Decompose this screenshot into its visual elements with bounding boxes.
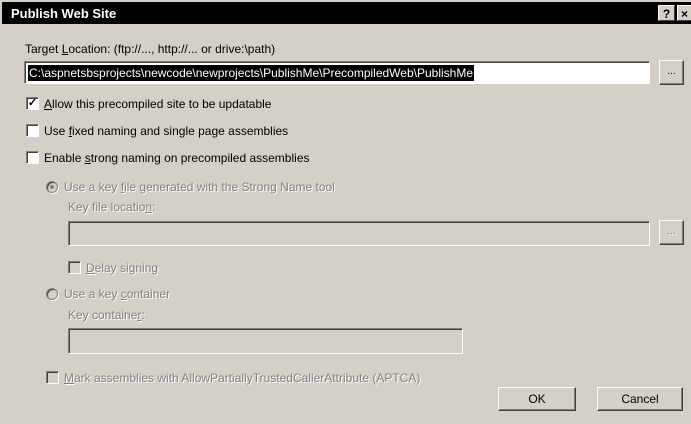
key-file-radio-label[interactable]: Use a key file generated with the Strong… — [64, 180, 335, 194]
help-button[interactable]: ? — [658, 5, 675, 21]
key-container-input[interactable] — [68, 328, 463, 354]
key-container-label: Key container: — [68, 308, 145, 322]
dialog-title: Publish Web Site — [11, 6, 117, 21]
delay-signing-checkbox[interactable] — [68, 261, 81, 274]
aptca-checkbox[interactable] — [46, 371, 59, 384]
radio-selected-dot — [50, 185, 54, 189]
fixed-naming-checkbox[interactable] — [26, 124, 39, 137]
key-file-location-input[interactable] — [68, 221, 650, 246]
key-container-radio[interactable] — [46, 288, 58, 300]
delay-signing-label[interactable]: Delay signing — [86, 261, 158, 275]
browse-ellipsis-icon: ... — [667, 226, 676, 237]
checkmark-icon: ✓ — [27, 97, 38, 109]
target-browse-button[interactable]: ... — [659, 60, 684, 85]
aptca-label[interactable]: Mark assemblies with AllowPartiallyTrust… — [64, 371, 420, 385]
help-icon: ? — [662, 7, 671, 21]
strong-naming-checkbox[interactable] — [26, 151, 39, 164]
updatable-checkbox[interactable]: ✓ — [26, 97, 39, 110]
ok-button[interactable]: OK — [498, 387, 576, 411]
key-file-browse-button[interactable]: ... — [659, 220, 684, 245]
publish-web-site-dialog: Publish Web Site ? × Target Location: (f… — [0, 0, 691, 424]
strong-naming-label[interactable]: Enable strong naming on precompiled asse… — [44, 151, 310, 165]
target-location-value: C:\aspnetsbsprojects\newcode\newprojects… — [28, 65, 474, 81]
key-file-radio[interactable] — [46, 181, 58, 193]
close-icon: × — [680, 7, 688, 21]
fixed-naming-label[interactable]: Use fixed naming and single page assembl… — [44, 124, 288, 138]
key-container-radio-label[interactable]: Use a key container — [64, 287, 170, 301]
close-button[interactable]: × — [677, 5, 691, 21]
target-location-label: Target Location: (ftp://..., http://... … — [25, 42, 276, 56]
title-bar[interactable]: Publish Web Site ? × — [2, 2, 691, 24]
key-file-location-label: Key file location: — [68, 200, 156, 214]
browse-ellipsis-icon: ... — [667, 66, 676, 77]
updatable-label[interactable]: Allow this precompiled site to be updata… — [44, 97, 271, 111]
target-location-input[interactable]: C:\aspnetsbsprojects\newcode\newprojects… — [24, 61, 650, 84]
cancel-button[interactable]: Cancel — [597, 387, 683, 411]
